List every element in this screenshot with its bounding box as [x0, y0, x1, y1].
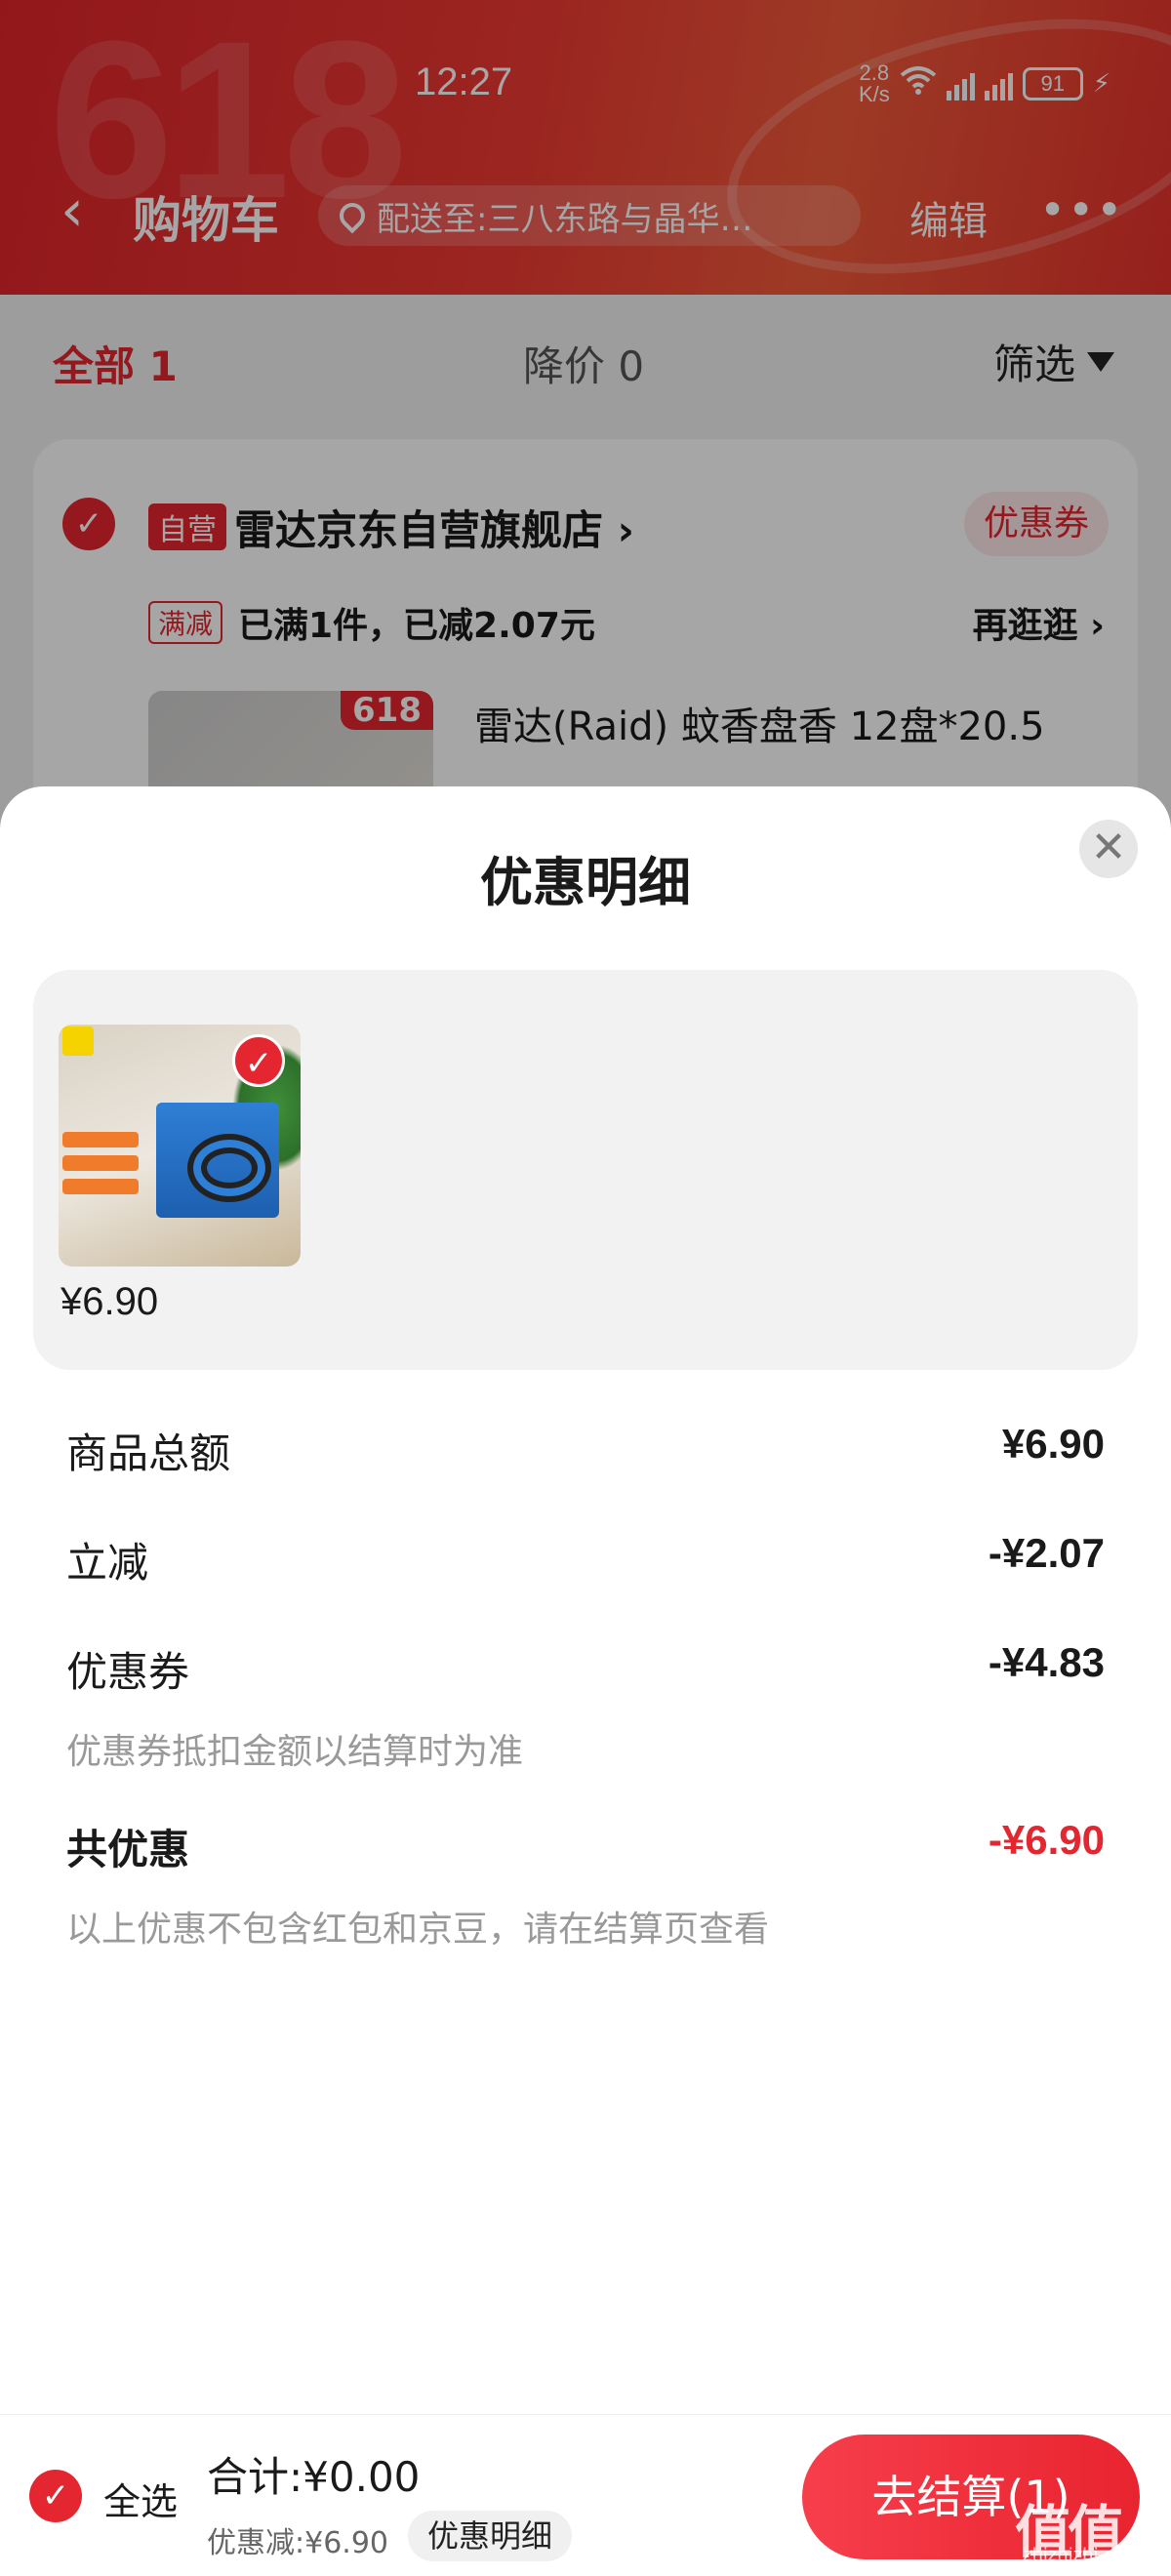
- row-value: ¥6.90: [1001, 1421, 1105, 1467]
- bottom-note: 以上优惠不包含红包和京豆，请在结算页查看: [66, 1910, 770, 1950]
- discount-detail-button[interactable]: 优惠明细: [408, 2511, 573, 2561]
- select-all-checkbox[interactable]: ✓: [29, 2470, 82, 2522]
- total-amount: 合计:¥0.00: [207, 2453, 421, 2501]
- row-value: -¥2.07: [988, 1530, 1105, 1576]
- sheet-title: 优惠明细: [480, 852, 691, 913]
- close-icon[interactable]: ✕: [1079, 820, 1138, 878]
- row-label: 商品总额: [66, 1429, 231, 1477]
- total-label: 共优惠: [66, 1826, 190, 1873]
- total-value: -¥6.90: [988, 1817, 1105, 1863]
- checkout-bar: ✓ 全选 合计:¥0.00 优惠减:¥6.90 优惠明细 去结算(1): [0, 2414, 1171, 2576]
- goods-price: ¥6.90: [61, 1280, 159, 1323]
- row-value: -¥4.83: [988, 1639, 1105, 1685]
- goods-list: ✓ ¥6.90: [33, 970, 1138, 1370]
- goods-image[interactable]: ✓: [59, 1025, 301, 1267]
- row-goods-total: 商品总额 ¥6.90: [66, 1421, 1105, 1489]
- row-label: 立减: [66, 1539, 149, 1587]
- row-coupon: 优惠券 -¥4.83: [66, 1639, 1105, 1708]
- row-label: 优惠券: [66, 1648, 190, 1696]
- select-all-label[interactable]: 全选: [103, 2472, 178, 2525]
- row-instant-discount: 立减 -¥2.07: [66, 1530, 1105, 1598]
- discount-amount: 优惠减:¥6.90: [207, 2526, 388, 2560]
- goods-check-icon: ✓: [232, 1034, 285, 1087]
- site-watermark-url: zhizhizhi.com: [1023, 2545, 1142, 2565]
- coupon-note: 优惠券抵扣金额以结算时为准: [66, 1732, 524, 1772]
- row-total-discount: 共优惠 -¥6.90: [66, 1817, 1105, 1885]
